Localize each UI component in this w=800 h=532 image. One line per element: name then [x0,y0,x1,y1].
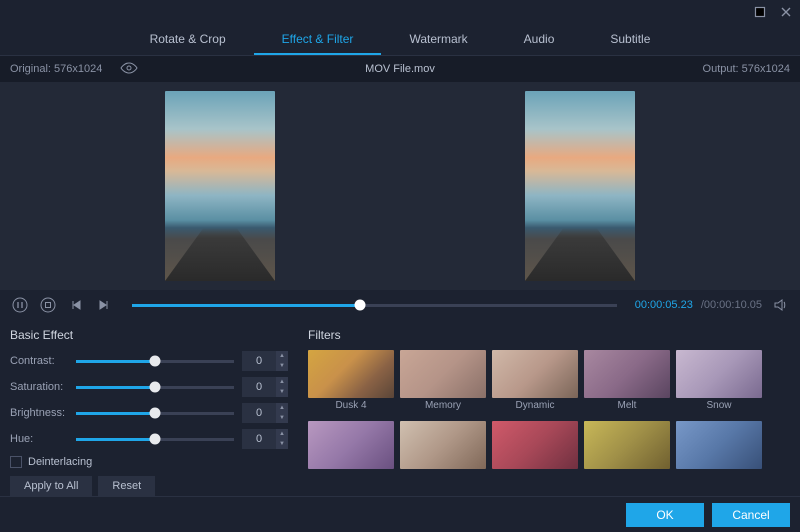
hue-up[interactable]: ▲ [276,429,288,439]
time-total: /00:00:10.05 [701,299,762,311]
brightness-down[interactable]: ▼ [276,413,288,423]
filter-thumb [308,350,394,398]
filter-snow[interactable]: Snow [676,350,762,411]
stop-button[interactable] [38,295,58,315]
output-resolution: Output: 576x1024 [703,63,790,75]
basic-effect-title: Basic Effect [10,328,288,342]
filter-thumb [676,421,762,469]
filters-title: Filters [308,328,790,342]
contrast-spinner[interactable]: 0▲▼ [242,351,288,371]
brightness-spinner[interactable]: 0▲▼ [242,403,288,423]
filter-thumb [492,350,578,398]
filter-dusk4[interactable]: Dusk 4 [308,350,394,411]
reset-button[interactable]: Reset [98,476,155,496]
filter-thumb [400,350,486,398]
contrast-slider[interactable] [76,360,234,363]
filter-thumb [584,421,670,469]
ok-button[interactable]: OK [626,503,704,527]
close-button[interactable] [780,6,792,21]
filter-memory[interactable]: Memory [400,350,486,411]
tab-watermark[interactable]: Watermark [381,26,495,55]
brightness-label: Brightness: [10,407,68,419]
filter-row2-1[interactable] [308,421,394,469]
tab-bar: Rotate & Crop Effect & Filter Watermark … [0,26,800,56]
original-resolution: Original: 576x1024 [10,63,102,75]
checkbox-box[interactable] [10,456,22,468]
filter-thumb [584,350,670,398]
hue-down[interactable]: ▼ [276,439,288,449]
saturation-down[interactable]: ▼ [276,387,288,397]
pause-button[interactable] [10,295,30,315]
filter-row2-5[interactable] [676,421,762,469]
tab-rotate-crop[interactable]: Rotate & Crop [122,26,254,55]
filter-row2-3[interactable] [492,421,578,469]
time-current: 00:00:05.23 [635,299,693,311]
contrast-label: Contrast: [10,355,68,367]
hue-slider[interactable] [76,438,234,441]
filter-thumb [308,421,394,469]
deinterlacing-checkbox[interactable]: Deinterlacing [10,456,288,468]
saturation-up[interactable]: ▲ [276,377,288,387]
filter-thumb [492,421,578,469]
tab-subtitle[interactable]: Subtitle [582,26,678,55]
prev-frame-button[interactable] [66,295,86,315]
timeline-slider[interactable] [132,304,617,307]
filter-dynamic[interactable]: Dynamic [492,350,578,411]
preview-toggle-icon[interactable] [120,62,138,77]
maximize-button[interactable] [754,6,766,21]
cancel-button[interactable]: Cancel [712,503,790,527]
apply-to-all-button[interactable]: Apply to All [10,476,92,496]
saturation-spinner[interactable]: 0▲▼ [242,377,288,397]
volume-button[interactable] [770,295,790,315]
hue-spinner[interactable]: 0▲▼ [242,429,288,449]
filter-row2-4[interactable] [584,421,670,469]
timeline-fill [132,304,360,307]
brightness-slider[interactable] [76,412,234,415]
filename-label: MOV File.mov [365,63,435,75]
tab-effect-filter[interactable]: Effect & Filter [254,26,382,55]
filter-thumb [676,350,762,398]
brightness-up[interactable]: ▲ [276,403,288,413]
contrast-down[interactable]: ▼ [276,361,288,371]
tab-audio[interactable]: Audio [496,26,583,55]
next-frame-button[interactable] [94,295,114,315]
contrast-up[interactable]: ▲ [276,351,288,361]
filter-melt[interactable]: Melt [584,350,670,411]
filter-row2-2[interactable] [400,421,486,469]
saturation-slider[interactable] [76,386,234,389]
original-preview [165,91,275,281]
deinterlacing-label: Deinterlacing [28,456,92,468]
output-preview [525,91,635,281]
filter-thumb [400,421,486,469]
timeline-thumb[interactable] [354,300,365,311]
hue-label: Hue: [10,433,68,445]
saturation-label: Saturation: [10,381,68,393]
